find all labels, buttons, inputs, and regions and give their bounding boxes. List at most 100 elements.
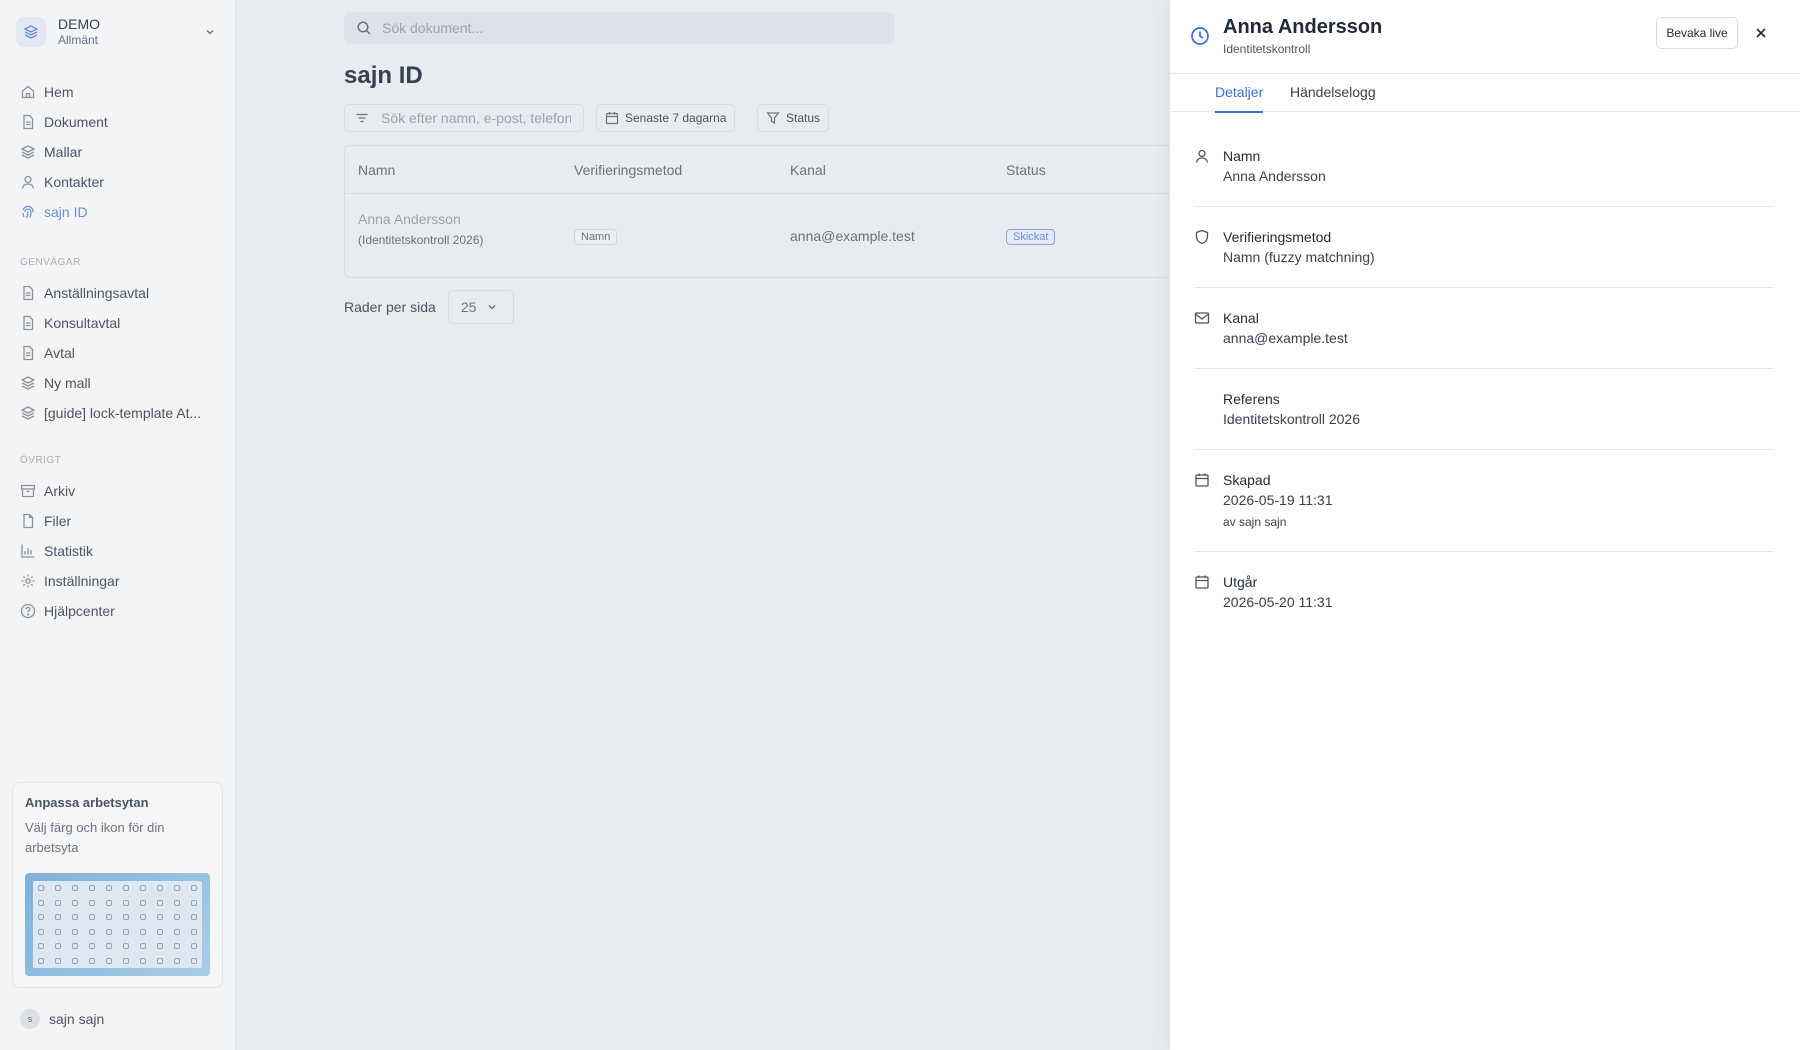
preview-icon: [139, 957, 146, 964]
sidebar-item-label: Hjälpcenter: [44, 603, 115, 619]
preview-icon: [106, 928, 113, 935]
preview-icon: [106, 899, 113, 906]
detail-created-by: av sajn sajn: [1223, 515, 1287, 529]
preview-icon: [55, 885, 62, 892]
rows-per-page-label: Rader per sida: [344, 299, 436, 315]
sidebar-item-label: Mallar: [44, 144, 83, 160]
icon-grid-preview: [33, 881, 202, 968]
preview-icon: [38, 957, 45, 964]
sidebar-item-filer[interactable]: Filer: [12, 506, 224, 536]
fingerprint-icon: [22, 205, 34, 219]
preview-icon: [55, 914, 62, 921]
workspace-switcher[interactable]: DEMO Allmänt: [16, 12, 220, 52]
preview-icon: [55, 928, 62, 935]
user-icon: [1195, 149, 1209, 163]
calendar-icon: [605, 112, 619, 125]
sidebar-item-arkiv[interactable]: Arkiv: [12, 476, 224, 506]
detail-created: Skapad 2026-05-19 11:31 av sajn sajn: [1194, 450, 1774, 552]
document-icon: [23, 114, 34, 130]
other-nav: ÖVRIGT Arkiv Filer Statistik Inställning…: [12, 450, 224, 626]
search-icon: [357, 21, 371, 35]
sidebar-item-hem[interactable]: Hem: [12, 77, 224, 107]
detail-channel: Kanal anna@example.test: [1194, 288, 1774, 369]
row-method-cell: Namn: [574, 227, 618, 245]
chevron-down-icon: [200, 22, 220, 42]
detail-value: Namn (fuzzy matchning): [1223, 249, 1375, 265]
watch-live-button[interactable]: Bevaka live: [1656, 17, 1738, 49]
search-input[interactable]: [382, 20, 862, 36]
detail-label: Verifieringsmetod: [1223, 229, 1332, 245]
workspace-name: DEMO: [58, 16, 100, 32]
sidebar: DEMO Allmänt Hem Dokument Mallar Kontakt…: [0, 0, 236, 1050]
sidebar-item-anstallningsavtal[interactable]: Anställningsavtal: [12, 278, 224, 308]
preview-icon: [122, 928, 129, 935]
preview-icon: [38, 885, 45, 892]
preview-icon: [89, 899, 96, 906]
sidebar-item-installningar[interactable]: Inställningar: [12, 566, 224, 596]
preview-icon: [38, 914, 45, 921]
preview-icon: [173, 943, 180, 950]
preview-icon: [89, 885, 96, 892]
layers-icon: [16, 17, 46, 47]
user-name: sajn sajn: [49, 1011, 105, 1027]
sidebar-item-ny-mall[interactable]: Ny mall: [12, 368, 224, 398]
date-range-label: Senaste 7 dagarna: [625, 111, 727, 125]
preview-icon: [190, 885, 197, 892]
row-name-cell: Anna Andersson (Identitetskontroll 2026): [358, 209, 548, 250]
sidebar-item-statistik[interactable]: Statistik: [12, 536, 224, 566]
preview-icon: [122, 914, 129, 921]
preview-icon: [122, 885, 129, 892]
sidebar-item-label: Statistik: [44, 543, 94, 559]
user-menu[interactable]: s sajn sajn: [20, 1008, 104, 1030]
preview-icon: [72, 899, 79, 906]
tab-handelselogg[interactable]: Händelselogg: [1290, 84, 1376, 113]
preview-icon: [156, 885, 163, 892]
column-header-name[interactable]: Namn: [358, 162, 395, 178]
preview-icon: [122, 943, 129, 950]
sidebar-item-mallar[interactable]: Mallar: [12, 137, 224, 167]
sidebar-item-label: Filer: [44, 513, 72, 529]
preview-icon: [156, 943, 163, 950]
preview-icon: [38, 928, 45, 935]
table-filter-search[interactable]: [344, 104, 584, 132]
preview-icon: [139, 943, 146, 950]
status-filter-label: Status: [786, 111, 821, 125]
sidebar-item-guide-lock-template[interactable]: [guide] lock-template At...: [12, 398, 224, 428]
row-status-cell: Skickat: [1006, 227, 1056, 245]
bar-chart-icon: [21, 544, 35, 558]
table-row[interactable]: Anna Andersson (Identitetskontroll 2026)…: [345, 195, 1175, 279]
detail-verification-method: Verifieringsmetod Namn (fuzzy matchning): [1194, 207, 1774, 288]
preview-icon: [72, 885, 79, 892]
sidebar-item-hjalpcenter[interactable]: Hjälpcenter: [12, 596, 224, 626]
rows-per-page-select[interactable]: 25: [447, 290, 514, 324]
sidebar-item-label: Kontakter: [44, 174, 104, 190]
sidebar-item-avtal[interactable]: Avtal: [12, 338, 224, 368]
table-search-input[interactable]: [381, 110, 571, 126]
document-search[interactable]: [344, 12, 894, 44]
calendar-icon: [1195, 575, 1209, 589]
preview-icon: [89, 957, 96, 964]
column-header-channel[interactable]: Kanal: [790, 162, 826, 178]
detail-drawer: Anna Andersson Identitetskontroll Bevaka…: [1170, 0, 1800, 1050]
drawer-tabs: Detaljer Händelselogg: [1170, 73, 1800, 113]
tab-detaljer[interactable]: Detaljer: [1215, 84, 1264, 113]
detail-expires: Utgår 2026-05-20 11:31: [1194, 552, 1774, 632]
preview-icon: [173, 885, 180, 892]
preview-icon: [156, 914, 163, 921]
close-button[interactable]: [1750, 22, 1772, 44]
customize-workspace-card[interactable]: Anpassa arbetsytan Välj färg och ikon fö…: [12, 782, 223, 988]
column-header-method[interactable]: Verifieringsmetod: [574, 162, 682, 178]
preview-icon: [89, 928, 96, 935]
status-filter[interactable]: Status: [757, 104, 830, 132]
sidebar-item-dokument[interactable]: Dokument: [12, 107, 224, 137]
date-range-filter[interactable]: Senaste 7 dagarna: [596, 104, 736, 132]
column-header-status[interactable]: Status: [1006, 162, 1046, 178]
preview-icon: [55, 957, 62, 964]
sidebar-item-label: Anställningsavtal: [44, 285, 150, 301]
sidebar-item-konsultavtal[interactable]: Konsultavtal: [12, 308, 224, 338]
sidebar-item-sajn-id[interactable]: sajn ID: [12, 197, 224, 227]
preview-icon: [72, 914, 79, 921]
detail-value: 2026-05-20 11:31: [1223, 594, 1333, 610]
sidebar-item-kontakter[interactable]: Kontakter: [12, 167, 224, 197]
drawer-subtitle: Identitetskontroll: [1223, 42, 1311, 56]
